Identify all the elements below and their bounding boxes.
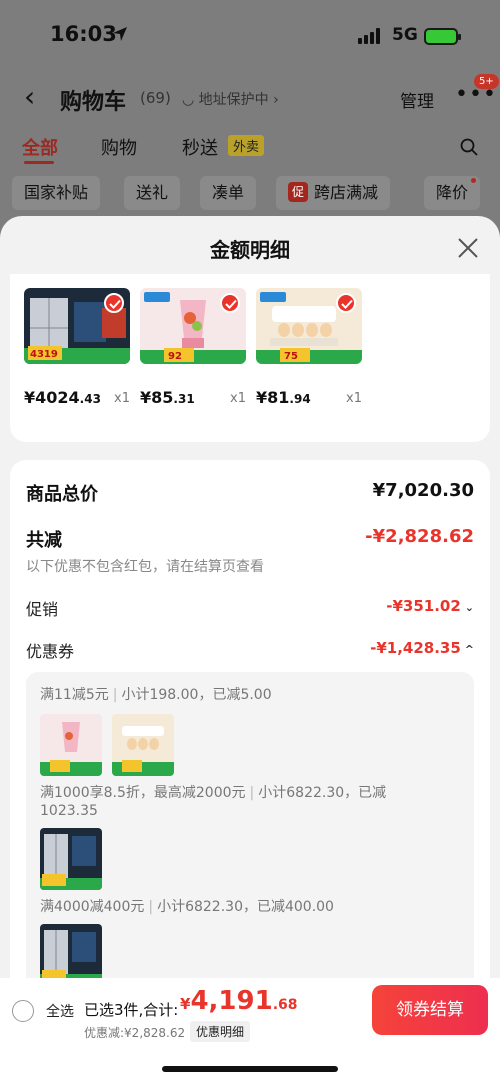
battery-icon <box>424 28 461 45</box>
takeout-tag[interactable]: 外卖 <box>228 135 265 156</box>
coupon-label: 优惠券 <box>26 642 75 661</box>
product-qty: x1 <box>230 391 246 406</box>
reduce-label: 共减 <box>26 530 62 551</box>
notification-dot <box>471 178 476 183</box>
discount-note: 以下优惠不包含红包，请在结算页查看 <box>26 559 264 575</box>
amount-detail-sheet: 金额明细 4319 92 75 ¥4024.43 x1 ¥85.31 x1 ¥8… <box>0 216 500 1084</box>
svg-text:75: 75 <box>284 351 298 362</box>
manage-button[interactable]: 管理 <box>400 87 434 112</box>
product-price: ¥81.94 <box>256 388 311 407</box>
total-amount: ¥4,191.68 <box>180 986 298 1016</box>
chip-cross-store[interactable]: 促跨店满减 <box>276 176 391 210</box>
coupon-product-thumb <box>112 714 174 776</box>
message-badge: 5+ <box>474 74 499 89</box>
promo-row[interactable]: -¥351.02 ⌄ <box>386 597 474 615</box>
tab-shopping[interactable]: 购物 <box>101 134 137 160</box>
product-item[interactable]: 75 <box>256 288 362 364</box>
filter-chips: 国家补贴 送礼 凑单 促跨店满减 降价 <box>0 176 500 212</box>
promo-tag: 促 <box>288 182 309 202</box>
chip-gift[interactable]: 送礼 <box>124 176 181 210</box>
total-value: ¥7,020.30 <box>372 480 474 501</box>
selected-check-icon <box>336 293 356 313</box>
discount-summary: 优惠减:¥2,828.62 <box>84 1026 186 1040</box>
select-all-radio[interactable] <box>12 1000 34 1022</box>
product-price: ¥85.31 <box>140 388 195 407</box>
tab-flash-delivery[interactable]: 秒送 <box>182 134 218 160</box>
svg-text:92: 92 <box>168 351 182 362</box>
cart-count: (69) <box>140 89 171 107</box>
coupon-rule: 满4000减400元 | 小计6822.30，已减400.00 <box>40 899 334 915</box>
back-icon[interactable]: ‹ <box>24 80 35 113</box>
coupon-product-thumb <box>40 714 102 776</box>
tab-indicator <box>24 161 54 164</box>
coupon-value: -¥1,428.35 <box>370 639 461 657</box>
select-all-label[interactable]: 全选 <box>46 1001 74 1021</box>
chip-national-subsidy[interactable]: 国家补贴 <box>12 176 101 210</box>
coupon-row[interactable]: -¥1,428.35 ^ <box>370 639 474 657</box>
cart-tabs: 全部 购物 秒送 外卖 <box>0 134 500 164</box>
checkout-button[interactable]: 领券结算 <box>372 985 488 1035</box>
total-label: 商品总价 <box>26 484 98 505</box>
checkout-bar: 全选 已选3件,合计: ¥4,191.68 优惠减:¥2,828.62 优惠明细… <box>0 978 500 1084</box>
discount-detail-button[interactable]: 优惠明细 <box>190 1021 251 1042</box>
tab-all[interactable]: 全部 <box>22 134 58 160</box>
coupon-rule: 满1000享8.5折，最高减2000元 | 小计6822.30，已减 1023.35 <box>40 785 387 819</box>
chevron-up-icon: ^ <box>464 643 474 656</box>
promo-label: 促销 <box>26 600 59 619</box>
selected-check-icon <box>220 293 240 313</box>
home-indicator <box>162 1066 338 1072</box>
product-price: ¥4024.43 <box>24 388 101 407</box>
coupon-rule: 满11减5元 | 小计198.00，已减5.00 <box>40 687 272 703</box>
promo-value: -¥351.02 <box>386 597 461 615</box>
selected-summary: 已选3件,合计: <box>84 1001 179 1019</box>
page-title: 购物车 <box>60 90 127 115</box>
close-icon[interactable] <box>456 236 480 260</box>
status-bar: 16:03 5G <box>0 0 500 72</box>
coupon-product-thumb <box>40 924 102 986</box>
reduce-value: -¥2,828.62 <box>365 526 474 547</box>
status-time: 16:03 <box>50 22 117 46</box>
product-item[interactable]: 92 <box>140 288 246 364</box>
product-item[interactable]: 4319 <box>24 288 130 364</box>
chip-cross-store-label: 跨店满减 <box>314 183 379 202</box>
sheet-title: 金额明细 <box>210 238 290 262</box>
cart-page-background: 16:03 5G ‹ 购物车 (69) ◡ 地址保护中 › 管理 ••• 5+ … <box>0 0 500 230</box>
address-protection[interactable]: ◡ 地址保护中 › <box>182 89 279 109</box>
product-qty: x1 <box>346 391 362 406</box>
selected-check-icon <box>104 293 124 313</box>
location-arrow-icon <box>113 27 127 41</box>
product-qty: x1 <box>114 391 130 406</box>
network-type: 5G <box>392 25 418 45</box>
product-list: 4319 92 75 ¥4024.43 x1 ¥85.31 x1 ¥81.94 … <box>10 274 490 442</box>
coupon-product-thumb <box>40 828 102 890</box>
chevron-down-icon: ⌄ <box>464 601 474 614</box>
chip-bundle[interactable]: 凑单 <box>200 176 257 210</box>
signal-icon <box>358 28 380 44</box>
search-icon[interactable] <box>460 138 478 156</box>
svg-text:4319: 4319 <box>30 349 58 360</box>
cart-header: ‹ 购物车 (69) ◡ 地址保护中 › 管理 ••• 5+ <box>0 74 500 116</box>
